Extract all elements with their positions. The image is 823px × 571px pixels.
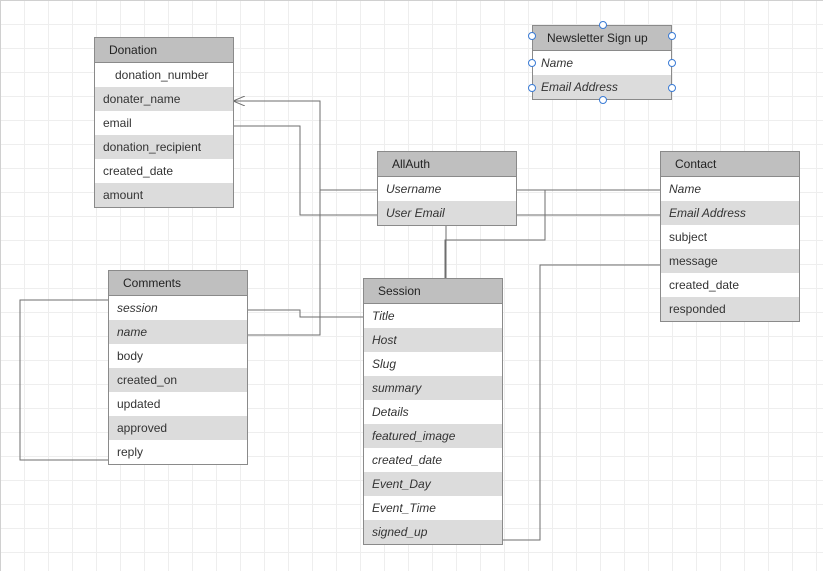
field-name[interactable]: Name bbox=[661, 177, 799, 201]
field-donation-recipient[interactable]: donation_recipient bbox=[95, 135, 233, 159]
field-approved[interactable]: approved bbox=[109, 416, 247, 440]
field-session[interactable]: session bbox=[109, 296, 247, 320]
field-signed-up[interactable]: signed_up bbox=[364, 520, 502, 544]
resize-handle-e2[interactable] bbox=[668, 59, 676, 67]
resize-handle-w3[interactable] bbox=[528, 84, 536, 92]
field-amount[interactable]: amount bbox=[95, 183, 233, 207]
field-username[interactable]: Username bbox=[378, 177, 516, 201]
field-donation-number[interactable]: donation_number bbox=[95, 63, 233, 87]
field-email[interactable]: email bbox=[95, 111, 233, 135]
field-event-day[interactable]: Event_Day bbox=[364, 472, 502, 496]
field-created-date[interactable]: created_date bbox=[661, 273, 799, 297]
resize-handle-e1[interactable] bbox=[668, 32, 676, 40]
entity-comments[interactable]: Comments session name body created_on up… bbox=[108, 270, 248, 465]
field-title[interactable]: Title bbox=[364, 304, 502, 328]
entity-header[interactable]: Session bbox=[364, 279, 502, 304]
entity-header[interactable]: AllAuth bbox=[378, 152, 516, 177]
field-summary[interactable]: summary bbox=[364, 376, 502, 400]
entity-session[interactable]: Session Title Host Slug summary Details … bbox=[363, 278, 503, 545]
field-created-on[interactable]: created_on bbox=[109, 368, 247, 392]
field-featured-image[interactable]: featured_image bbox=[364, 424, 502, 448]
field-subject[interactable]: subject bbox=[661, 225, 799, 249]
resize-handle-w1[interactable] bbox=[528, 32, 536, 40]
entity-header[interactable]: Donation bbox=[95, 38, 233, 63]
resize-handle-n[interactable] bbox=[599, 21, 607, 29]
field-event-time[interactable]: Event_Time bbox=[364, 496, 502, 520]
resize-handle-w2[interactable] bbox=[528, 59, 536, 67]
field-updated[interactable]: updated bbox=[109, 392, 247, 416]
field-reply[interactable]: reply bbox=[109, 440, 247, 464]
field-name[interactable]: Name bbox=[533, 51, 671, 75]
entity-contact[interactable]: Contact Name Email Address subject messa… bbox=[660, 151, 800, 322]
resize-handle-s[interactable] bbox=[599, 96, 607, 104]
field-host[interactable]: Host bbox=[364, 328, 502, 352]
entity-header[interactable]: Contact bbox=[661, 152, 799, 177]
field-responded[interactable]: responded bbox=[661, 297, 799, 321]
field-user-email[interactable]: User Email bbox=[378, 201, 516, 225]
field-email-address[interactable]: Email Address bbox=[661, 201, 799, 225]
entity-donation[interactable]: Donation donation_number donater_name em… bbox=[94, 37, 234, 208]
entity-header[interactable]: Newsletter Sign up bbox=[533, 26, 671, 51]
entity-allauth[interactable]: AllAuth Username User Email bbox=[377, 151, 517, 226]
field-created-date[interactable]: created_date bbox=[95, 159, 233, 183]
field-message[interactable]: message bbox=[661, 249, 799, 273]
field-donater-name[interactable]: donater_name bbox=[95, 87, 233, 111]
field-body[interactable]: body bbox=[109, 344, 247, 368]
entity-header[interactable]: Comments bbox=[109, 271, 247, 296]
field-slug[interactable]: Slug bbox=[364, 352, 502, 376]
resize-handle-e3[interactable] bbox=[668, 84, 676, 92]
field-created-date[interactable]: created_date bbox=[364, 448, 502, 472]
entity-newsletter[interactable]: Newsletter Sign up Name Email Address bbox=[532, 25, 672, 100]
field-details[interactable]: Details bbox=[364, 400, 502, 424]
diagram-canvas[interactable]: Donation donation_number donater_name em… bbox=[0, 0, 823, 571]
field-name[interactable]: name bbox=[109, 320, 247, 344]
